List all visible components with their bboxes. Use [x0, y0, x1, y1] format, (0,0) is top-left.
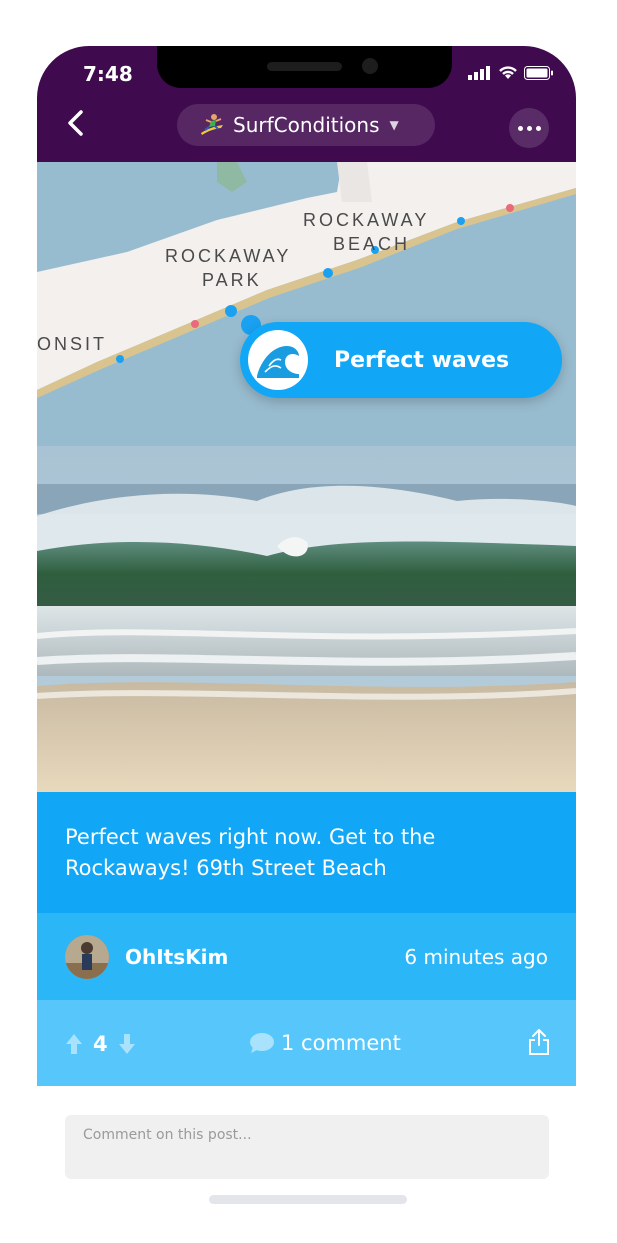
- author-row[interactable]: OhItsKim 6 minutes ago: [37, 913, 576, 1000]
- badge-label: Perfect waves: [334, 347, 510, 373]
- downvote-icon[interactable]: [118, 1033, 136, 1055]
- post-actions: 4 1 comment: [37, 1000, 576, 1086]
- map-shapes: [37, 162, 576, 446]
- signal-icon: [468, 65, 490, 80]
- map-label-rockaway-park: ROCKAWAY: [165, 246, 292, 266]
- surfer-icon: [201, 114, 223, 135]
- vote-group: 4: [65, 1032, 136, 1056]
- map-pin-badge[interactable]: Perfect waves: [240, 322, 562, 398]
- wave-icon: [248, 330, 308, 390]
- camera: [362, 58, 378, 74]
- status-icons: [468, 65, 554, 80]
- channel-name: SurfConditions: [233, 113, 380, 137]
- share-icon[interactable]: [528, 1028, 550, 1056]
- comment-input[interactable]: Comment on this post...: [65, 1115, 549, 1179]
- comment-icon: [250, 1033, 274, 1053]
- wifi-icon: [499, 66, 517, 79]
- back-icon[interactable]: [61, 108, 91, 138]
- map-label-rockaway-beach: ROCKAWAY: [303, 210, 430, 230]
- chevron-down-icon: ▼: [389, 118, 399, 132]
- comments-link[interactable]: 1 comment: [249, 1031, 401, 1055]
- comment-count: 1 comment: [281, 1031, 401, 1055]
- phone-screen: 7:48 SurfConditions ▼ ROCKAWAY BEACH ROC…: [37, 46, 576, 1206]
- battery-icon: [524, 65, 553, 80]
- speaker: [267, 62, 342, 71]
- status-time: 7:48: [83, 62, 133, 86]
- post-photo: [37, 446, 576, 792]
- map-view[interactable]: ROCKAWAY BEACH ROCKAWAY PARK ONSIT: [37, 162, 576, 446]
- more-icon[interactable]: [509, 108, 549, 148]
- channel-selector[interactable]: SurfConditions ▼: [177, 104, 435, 146]
- map-label-park: PARK: [202, 270, 262, 290]
- home-indicator[interactable]: [209, 1195, 407, 1204]
- map-label-beach: BEACH: [333, 234, 411, 254]
- avatar[interactable]: [65, 934, 109, 979]
- app-header: 7:48 SurfConditions ▼: [37, 46, 576, 162]
- upvote-icon[interactable]: [65, 1033, 83, 1055]
- map-label-onsit: ONSIT: [37, 334, 108, 354]
- notch: [157, 46, 452, 88]
- post-time: 6 minutes ago: [404, 944, 548, 969]
- vote-score: 4: [93, 1032, 108, 1056]
- author-name[interactable]: OhItsKim: [125, 945, 228, 969]
- post-text: Perfect waves right now. Get to the Rock…: [37, 792, 576, 913]
